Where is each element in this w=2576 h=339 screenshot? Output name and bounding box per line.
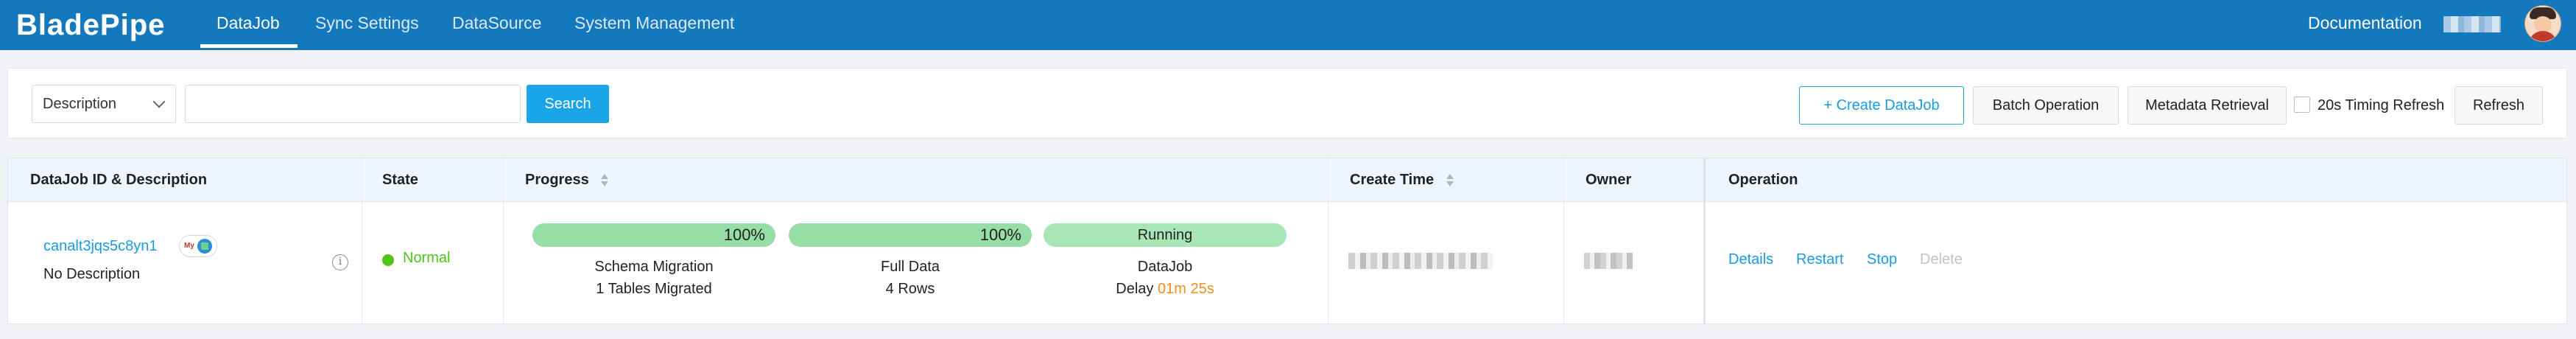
column-header-state: State — [382, 172, 418, 188]
progress-caption: DataJob — [1137, 259, 1193, 275]
progress-percent: 100% — [723, 226, 765, 244]
column-header-create-time-label: Create Time — [1350, 172, 1435, 188]
info-icon[interactable]: i — [332, 254, 348, 270]
app-logo[interactable]: BladePipe — [16, 4, 165, 46]
datasource-pair-icon: My — [179, 235, 217, 257]
user-name-redacted[interactable] — [2443, 16, 2501, 32]
progress-detail: 1 Tables Migrated — [596, 281, 712, 297]
column-header-operation: Operation — [1728, 172, 1798, 188]
nav-tab-datajob[interactable]: DataJob — [217, 0, 280, 47]
datajob-table: DataJob ID & Description State Progress … — [7, 158, 2567, 324]
timing-refresh-checkbox[interactable] — [2294, 97, 2310, 113]
schema-migration-progress-bar: 100% — [532, 223, 775, 247]
column-divider — [1328, 158, 1329, 324]
full-data-progress-bar: 100% — [789, 223, 1032, 247]
running-status: Running — [1137, 227, 1193, 243]
column-header-owner: Owner — [1586, 172, 1632, 188]
details-link[interactable]: Details — [1728, 251, 1773, 268]
timing-refresh-label[interactable]: 20s Timing Refresh — [2318, 86, 2444, 125]
nav-tab-datasource[interactable]: DataSource — [452, 0, 541, 47]
state-text: Normal — [403, 250, 451, 266]
sort-icon[interactable] — [1446, 173, 1454, 187]
sort-icon[interactable] — [600, 173, 609, 187]
filter-toolbar: Description Search + Create DataJob Batc… — [7, 68, 2567, 139]
chevron-down-icon — [152, 95, 166, 108]
column-header-create-time[interactable]: Create Time — [1350, 158, 1454, 201]
datajob-id-link[interactable]: canalt3jqs5c8yn1 — [43, 238, 158, 255]
progress-detail: 4 Rows — [885, 281, 935, 297]
top-nav-bar: BladePipe DataJob Sync Settings DataSour… — [0, 0, 2576, 50]
stop-link[interactable]: Stop — [1867, 251, 1897, 268]
progress-caption: Full Data — [880, 259, 940, 275]
search-input[interactable] — [185, 85, 521, 123]
column-header-id-description: DataJob ID & Description — [30, 172, 208, 188]
nav-tab-system-management[interactable]: System Management — [574, 0, 734, 47]
refresh-button[interactable]: Refresh — [2454, 86, 2543, 125]
progress-percent: 100% — [979, 226, 1021, 244]
column-divider — [1563, 158, 1564, 324]
user-avatar[interactable] — [2524, 5, 2561, 42]
column-header-progress[interactable]: Progress — [525, 158, 609, 201]
filter-field-value: Description — [43, 96, 117, 112]
status-dot-icon — [382, 254, 394, 266]
create-time-redacted — [1348, 253, 1493, 269]
search-button[interactable]: Search — [527, 85, 609, 123]
avatar-face — [2534, 16, 2552, 32]
documentation-link[interactable]: Documentation — [2308, 0, 2422, 47]
filter-field-select[interactable]: Description — [32, 85, 176, 123]
delay-value: 01m 25s — [1157, 281, 1214, 297]
create-datajob-button[interactable]: + Create DataJob — [1799, 86, 1964, 125]
restart-link[interactable]: Restart — [1796, 251, 1843, 268]
column-header-progress-label: Progress — [525, 172, 589, 188]
progress-caption: Schema Migration — [594, 259, 714, 275]
delete-link: Delete — [1920, 251, 1963, 268]
owner-redacted — [1584, 253, 1633, 269]
delay-line: Delay 01m 25s — [1044, 281, 1287, 298]
metadata-retrieval-button[interactable]: Metadata Retrieval — [2128, 86, 2287, 125]
nav-tab-sync-settings[interactable]: Sync Settings — [315, 0, 419, 47]
table-header: DataJob ID & Description State Progress … — [8, 158, 2566, 202]
delay-label: Delay — [1116, 281, 1154, 297]
avatar-body — [2528, 31, 2558, 41]
fixed-column-divider — [1703, 158, 1706, 324]
active-tab-indicator — [200, 44, 298, 48]
column-divider — [503, 158, 504, 324]
datajob-running-bar: Running — [1044, 223, 1287, 247]
batch-operation-button[interactable]: Batch Operation — [1973, 86, 2119, 125]
datajob-description: No Description — [43, 266, 141, 282]
